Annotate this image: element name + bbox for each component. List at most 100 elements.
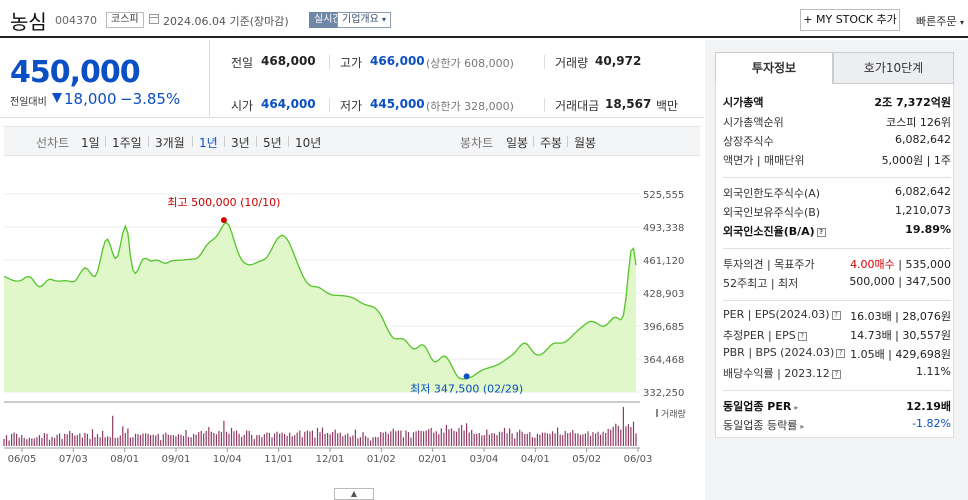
volume-bar [314,437,316,446]
volume-bar [622,406,624,446]
help-icon[interactable]: ? [831,369,841,379]
volume-bar [587,431,589,446]
tab-order-book[interactable]: 호가10단계 [833,52,954,84]
volume-bar [458,427,460,446]
volume-bar [559,434,561,446]
volume-bar [382,432,384,446]
help-icon[interactable]: ? [816,227,826,237]
est-per-row: 추정PER | EPS? 14.73배 | 30,557원 [723,327,951,345]
price-area [4,222,636,392]
foreign-limit-row: 외국인한도주식수(A) 6,082,642 [723,185,951,203]
volume-bar [405,430,407,446]
volume-bar [170,435,172,446]
volume-bar [180,434,182,446]
volume-bar [38,435,40,446]
quick-order-label: 빠른주문 [916,15,957,28]
par-value: 5,000원 | 1주 [881,154,951,167]
per-row: PER | EPS(2024.03)? 16.03배 | 28,076원 [723,308,951,326]
volume-bar [218,430,220,446]
par-value-row: 액면가 | 매매단위 5,000원 | 1주 [723,152,951,170]
volume-bar [122,426,124,446]
volume-bar [175,436,177,446]
company-info-button[interactable]: 기업개요 ▾ [337,12,392,28]
x-tick-label: 07/03 [59,454,88,465]
volume-bar [488,434,490,446]
volume-bar [76,435,78,446]
y-tick-label: 428,903 [643,289,684,300]
foreign-ratio-value: 19.89% [905,223,951,236]
candle-chart-label: 봉차트 [460,136,494,150]
volume-bar [69,430,71,446]
tab-3month[interactable]: 3개월 [155,134,185,151]
volume-bar [334,429,336,446]
volume-bar [412,432,415,446]
volume-bar [46,433,48,446]
volume-bar [468,432,470,446]
volume-bar [91,429,94,446]
volume-bar [491,433,493,446]
prev-close-value: 468,000 [261,54,316,68]
x-axis: 06/05 07/03 08/01 09/01 10/04 11/01 12/01 01/02… [8,448,652,465]
volume-bar [193,433,195,446]
volume-bar [28,437,30,446]
volume-bar [236,430,238,446]
volume-bar [311,430,313,446]
divider [723,300,951,301]
foreign-hold-row: 외국인보유주식수(B) 1,210,073 [723,204,951,222]
tab-1week[interactable]: 1주일 [112,134,142,151]
volume-bar [625,426,627,446]
volume-bar [375,436,377,446]
volume-bar [557,427,559,446]
tab-3year[interactable]: 3년 [231,134,250,151]
tab-invest-info[interactable]: 투자정보 [715,52,833,84]
volume-bar [455,431,458,446]
volume-bar [291,436,293,446]
volume-bar [112,415,114,446]
volume-label: 거래량 [661,408,686,420]
help-icon[interactable]: ? [836,348,846,358]
my-stock-add-button[interactable]: + MY STOCK 추가 [800,9,900,31]
tab-10year[interactable]: 10년 [295,134,321,151]
sector-rate-label-wrap: 동일업종 등락률 ▸ [723,417,804,433]
tab-5year[interactable]: 5년 [263,134,282,151]
volume-bar [620,429,622,446]
volume-bar [433,432,435,446]
volume-bar [554,433,556,446]
sector-per-row[interactable]: 동일업종 PER ▸ 12.19배 [723,398,951,416]
volume-bar [493,433,495,446]
volume-bar [43,433,45,446]
volume-bar [564,430,566,446]
y-tick-label: 364,468 [643,355,684,366]
chart-collapse-button[interactable]: ▲ [334,488,374,500]
volume-bar [165,432,167,446]
tab-daily[interactable]: 일봉 [506,134,528,151]
divider [723,248,951,249]
help-icon[interactable]: ? [797,331,807,341]
open-label: 시가 [231,99,254,113]
prev-close-label: 전일 [231,56,254,70]
price-chart[interactable]: 525,555 493,338 461,120 428,903 396,685 364,4… [0,160,704,500]
help-icon[interactable]: ? [831,310,841,320]
volume-legend-icon [656,409,658,417]
upper-limit: (상한가 608,000) [426,57,514,70]
volume-bar [589,435,592,446]
sector-rate-value: -1.82% [912,417,951,430]
current-price: 450,000 [10,55,141,90]
volume-bar [203,433,205,446]
tab-monthly[interactable]: 월봉 [574,134,596,151]
sector-rate-row[interactable]: 동일업종 등락률 ▸ -1.82% [723,417,951,435]
volume-bar [96,434,99,446]
volume-bar [177,434,179,446]
volume-bar [362,432,364,446]
volume-bar [157,433,159,446]
volume-bar [142,433,144,446]
quick-order-link[interactable]: 빠른주문 ▾ [916,13,964,29]
volume-bar [546,433,549,446]
high-label: 고가 [340,56,363,70]
tab-1day[interactable]: 1일 [81,134,100,151]
tab-1year[interactable]: 1년 [199,134,218,151]
volume-bar [281,432,283,446]
y-tick-label: 525,555 [643,190,684,201]
low-marker [463,373,470,380]
tab-weekly[interactable]: 주봉 [540,134,562,151]
